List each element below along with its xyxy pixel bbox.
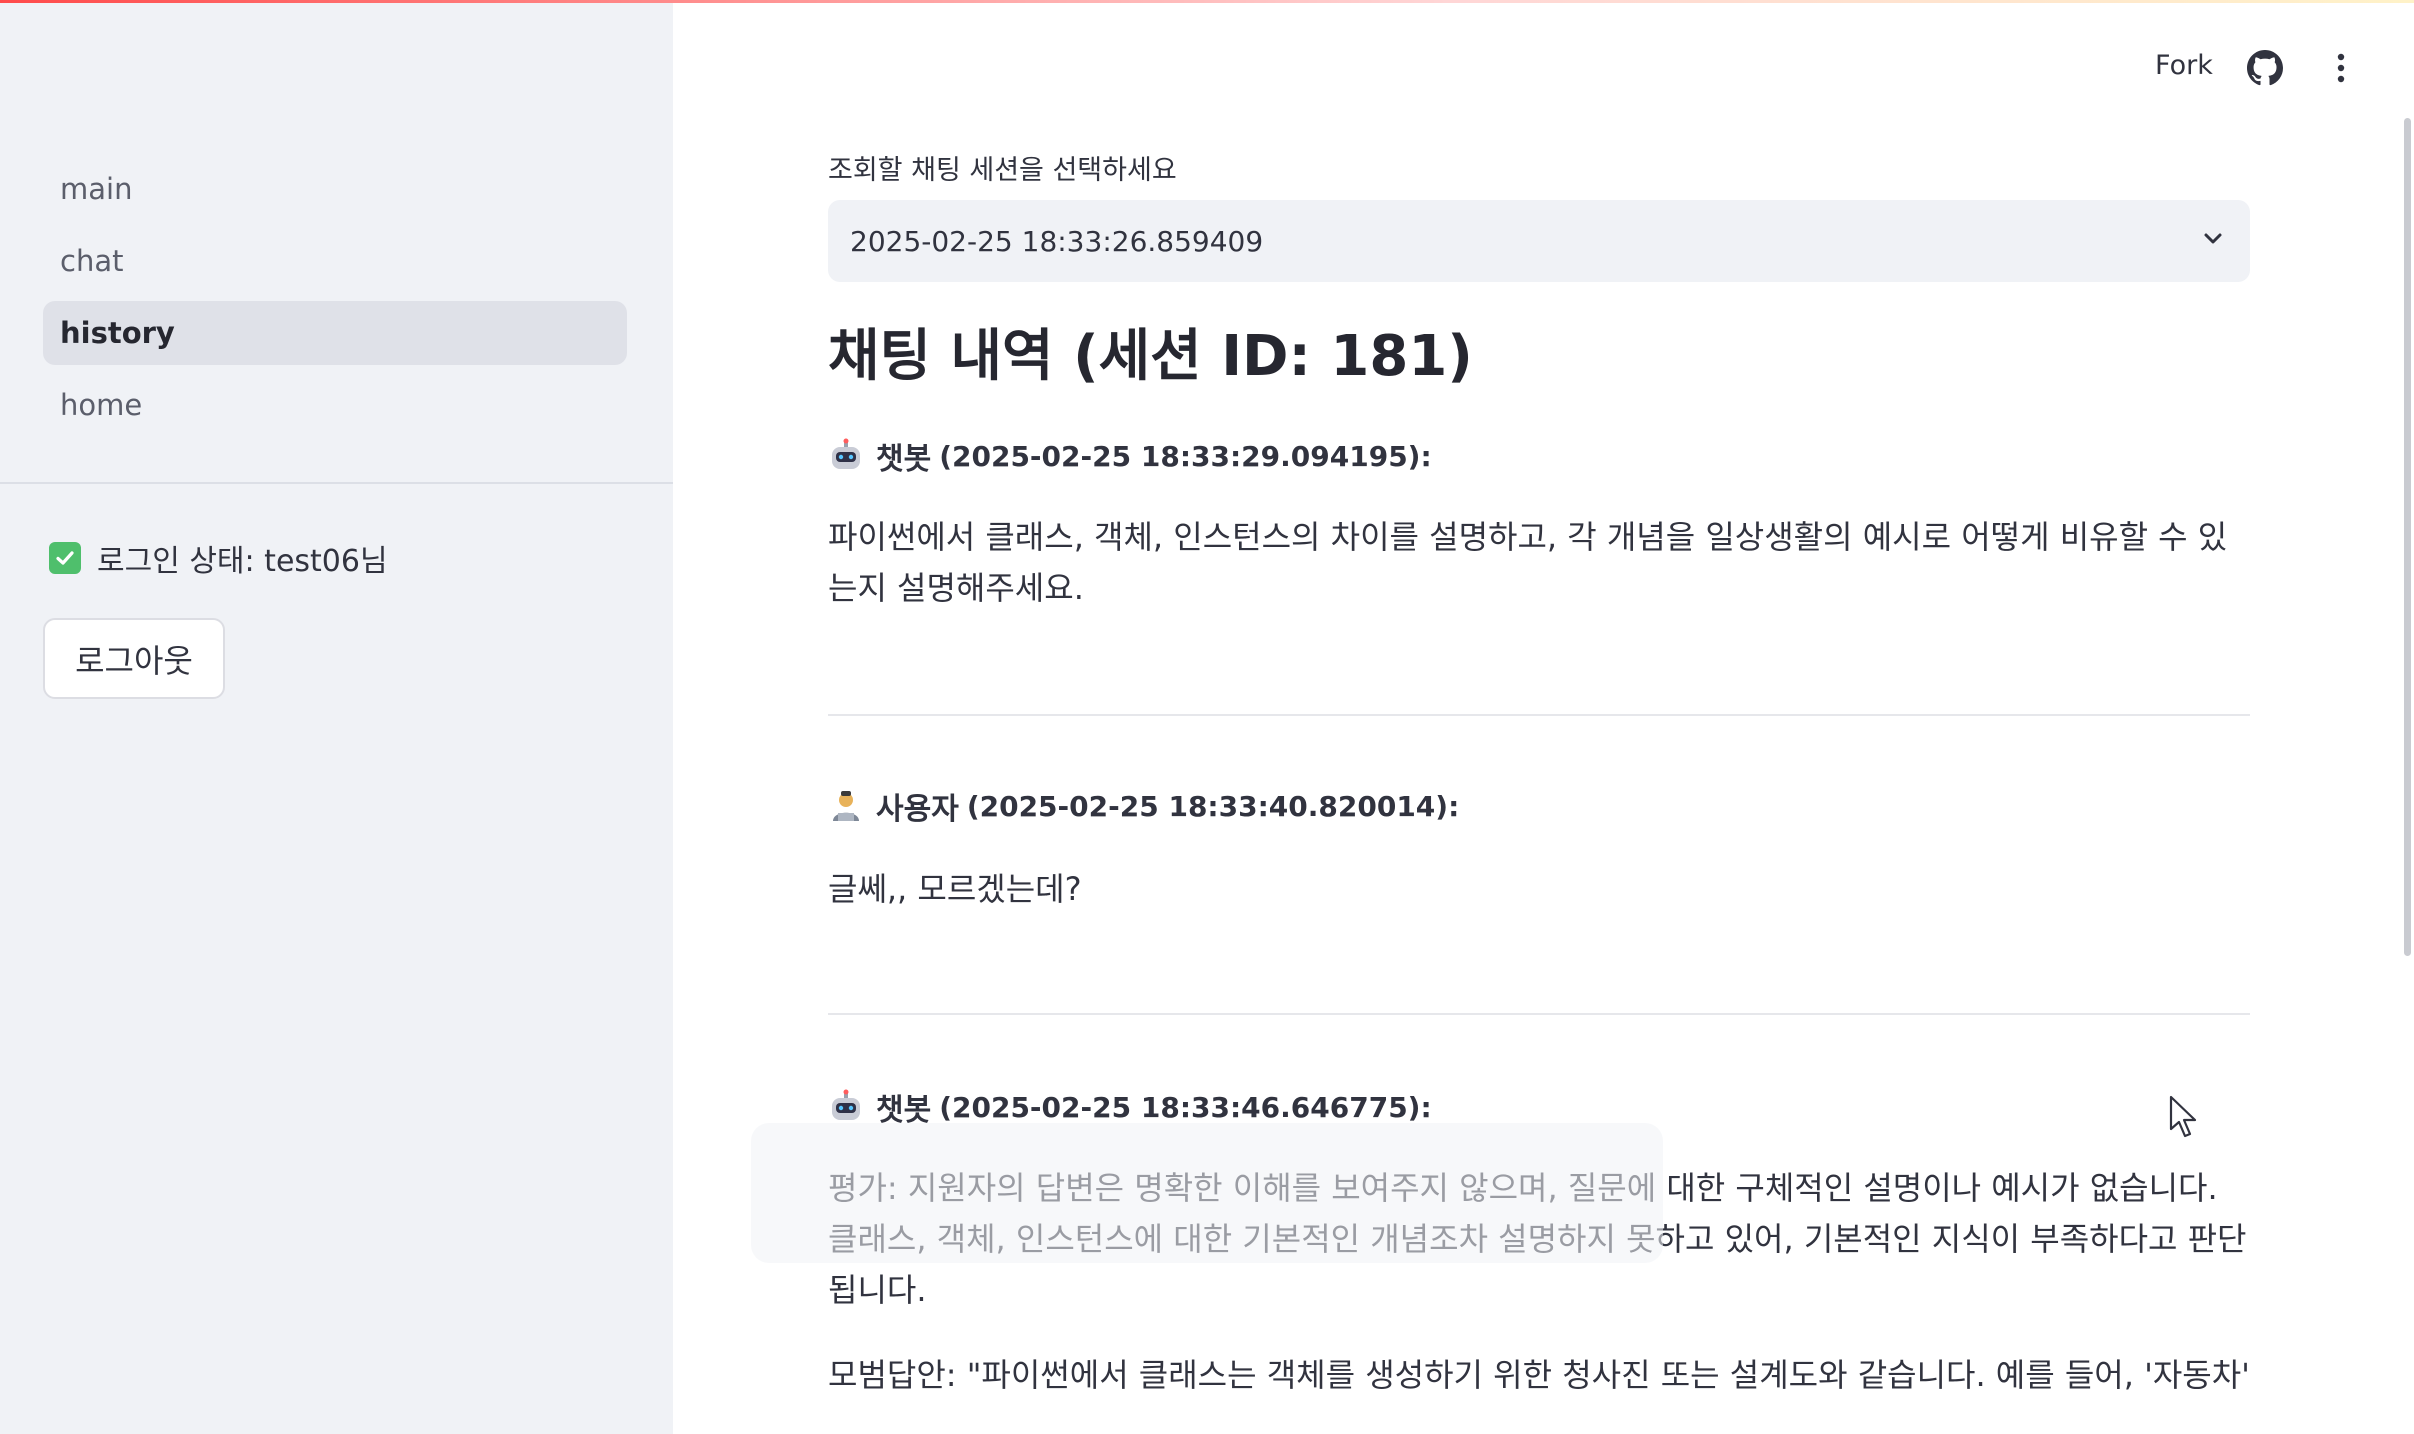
- login-status-text: 로그인 상태: test06님: [97, 544, 388, 579]
- message-text: 파이썬에서 클래스, 객체, 인스턴스의 차이를 설명하고, 각 개념을 일상생…: [828, 518, 2228, 607]
- sidebar-item-main[interactable]: main: [43, 157, 627, 221]
- chevron-down-icon: [2200, 226, 2226, 256]
- login-status: 로그인 상태: test06님: [49, 538, 388, 579]
- message-speaker: 사용자: [876, 792, 959, 827]
- message-text-model-answer: 모범답안: "파이썬에서 클래스는 객체를 생성하기 위한 청사진 또는 설계도…: [828, 1356, 2250, 1394]
- checkbox-checked-icon: [49, 542, 81, 574]
- session-select[interactable]: 2025-02-25 18:33:26.859409: [828, 200, 2250, 282]
- sidebar-divider: [0, 482, 673, 484]
- github-icon[interactable]: [2247, 50, 2283, 86]
- sidebar-item-history[interactable]: history: [43, 301, 627, 365]
- session-select-label: 조회할 채팅 세션을 선택하세요: [828, 155, 1177, 186]
- logout-button[interactable]: 로그아웃: [43, 618, 225, 699]
- mouse-cursor-icon: [2168, 1095, 2200, 1141]
- message-timestamp: (2025-02-25 18:33:29.094195):: [939, 439, 1432, 473]
- message-timestamp: (2025-02-25 18:33:46.646775):: [939, 1090, 1432, 1124]
- message-divider: [828, 714, 2250, 716]
- message-text: 글쎄,, 모르겠는데?: [828, 870, 1082, 908]
- message-speaker: 챗봇: [876, 442, 932, 477]
- top-accent-bar: [0, 0, 2414, 3]
- session-select-value: 2025-02-25 18:33:26.859409: [850, 224, 1264, 258]
- message-divider: [828, 1013, 2250, 1015]
- sidebar-item-home[interactable]: home: [43, 373, 627, 437]
- sidebar-nav: main chat history home: [43, 157, 627, 445]
- scrollbar[interactable]: [2404, 118, 2411, 956]
- sidebar-item-chat[interactable]: chat: [43, 229, 627, 293]
- sidebar: main chat history home 로그인 상태: test06님 로…: [0, 0, 673, 1434]
- fading-toast-overlay: [751, 1123, 1663, 1263]
- user-icon: [828, 788, 864, 824]
- message-timestamp: (2025-02-25 18:33:40.820014):: [966, 789, 1460, 823]
- robot-icon: [828, 438, 864, 474]
- page-title: 채팅 내역 (세션 ID: 181): [828, 324, 1473, 389]
- kebab-menu-icon[interactable]: [2323, 50, 2359, 86]
- robot-icon: [828, 1089, 864, 1125]
- message-header: 사용자 (2025-02-25 18:33:40.820014):: [828, 784, 1459, 828]
- message-header: 챗봇 (2025-02-25 18:33:29.094195):: [828, 434, 1432, 478]
